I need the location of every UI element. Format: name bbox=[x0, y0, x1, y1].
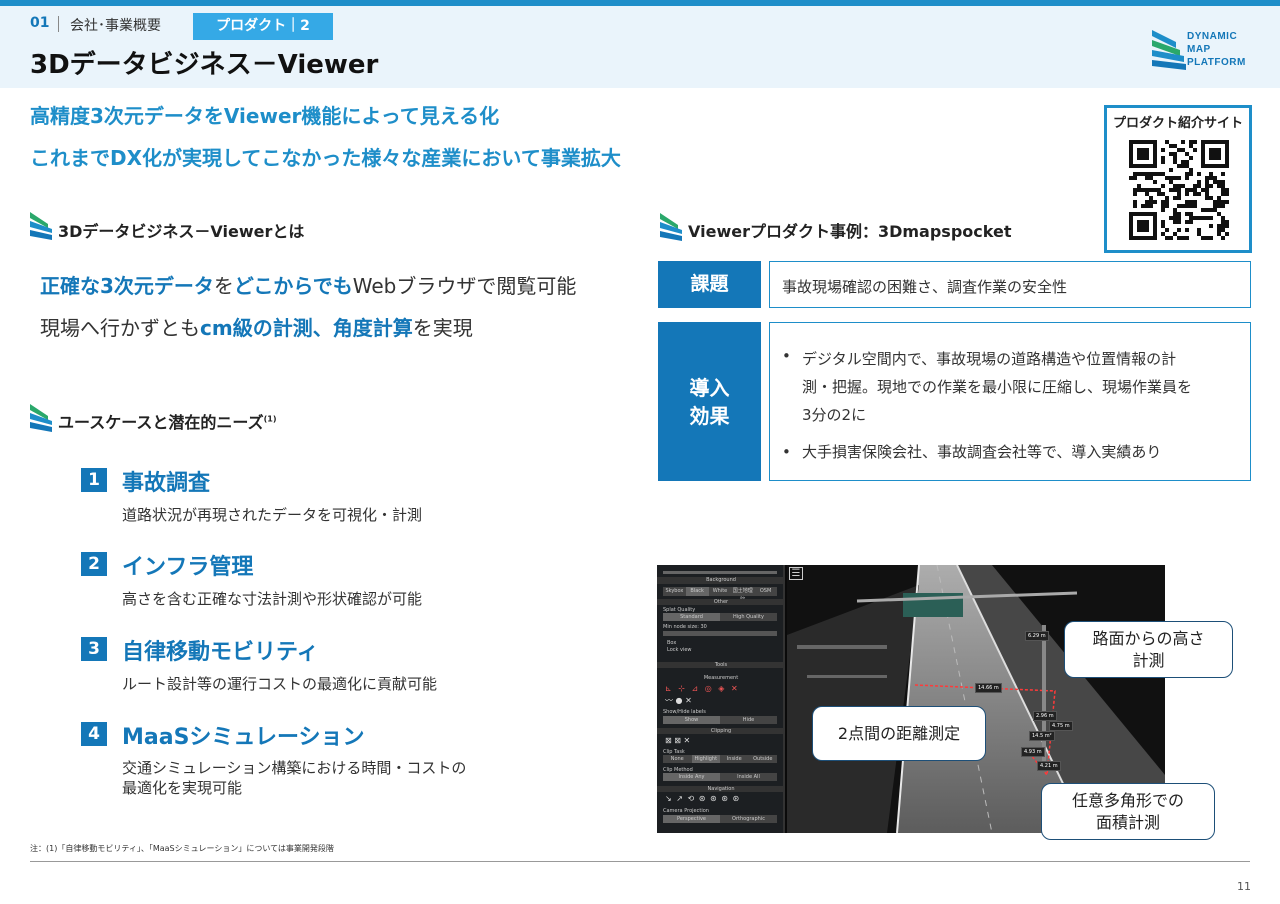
measurement-label: 6.29 m bbox=[1025, 631, 1049, 641]
panel-label: Show/Hide labels bbox=[663, 709, 706, 715]
menu-icon[interactable]: ☰ bbox=[789, 567, 803, 580]
panel-option[interactable]: Inside bbox=[720, 755, 749, 763]
navigation-tools[interactable]: ↘ ↗ ⟲ ⊛ ⊛ ⊛ ⊛ bbox=[665, 794, 740, 803]
box-checkbox[interactable]: Box bbox=[667, 640, 676, 646]
show-button[interactable]: Show bbox=[663, 716, 720, 724]
panel-section-title: Other bbox=[657, 599, 785, 605]
viewer-about-heading: 3Dデータビジネス－Viewerとは bbox=[58, 222, 305, 241]
label-toggle[interactable]: Show Hide bbox=[663, 716, 777, 724]
callout-area: 任意多角形での 面積計測 bbox=[1041, 783, 1215, 840]
qr-code[interactable] bbox=[1129, 138, 1229, 242]
panel-section-title: Background bbox=[657, 577, 785, 584]
effect-bullet-1: デジタル空間内で、事故現場の道路構造や位置情報の計 測・把握。現地での作業を最小限… bbox=[802, 350, 1193, 424]
issue-label: 課題 bbox=[658, 261, 761, 308]
section-number: 01 bbox=[30, 15, 50, 31]
page-title: 3Dデータビジネス－Viewer bbox=[30, 50, 379, 80]
bullet: • bbox=[782, 443, 791, 461]
usecase-number: 2 bbox=[81, 552, 107, 576]
usecase-desc: 最適化を実現可能 bbox=[122, 779, 243, 797]
case-study-heading: Viewerプロダクト事例：3Dmapspocket bbox=[688, 222, 1012, 241]
splat-options[interactable]: Standard High Quality bbox=[663, 613, 777, 621]
product-tag: プロダクト｜2 bbox=[193, 13, 333, 40]
footnote: 注：(1)「自律移動モビリティ」、「MaaSシミュレーション」については事業開発… bbox=[30, 844, 334, 853]
section-chevron-icon bbox=[660, 213, 682, 241]
panel-section-title: Clipping bbox=[657, 728, 785, 734]
viewer-side-panel[interactable]: Background SkyboxBlackWhite国土地理院OSM Othe… bbox=[657, 565, 785, 833]
usecase-title: MaaSシミュレーション bbox=[122, 725, 365, 750]
panel-option[interactable]: Skybox bbox=[663, 587, 686, 596]
bullet: • bbox=[782, 347, 791, 365]
measurement-label: 14.66 m bbox=[975, 683, 1002, 693]
panel-option[interactable]: White bbox=[709, 587, 732, 596]
panel-section-title: Measurement bbox=[703, 675, 739, 681]
usecase-number: 1 bbox=[81, 468, 107, 492]
callout-distance: 2点間の距離測定 bbox=[812, 706, 986, 761]
viewer-desc-line-1: 正確な3次元データをどこからでもWebブラウザで閲覧可能 bbox=[40, 274, 577, 298]
measurement-tools[interactable]: ⊾ ⊹ ⊿ ◎ ◈ ✕ bbox=[665, 684, 740, 693]
panel-label: Min node size: 30 bbox=[663, 624, 707, 630]
measurement-label: 4.93 m bbox=[1021, 747, 1045, 757]
measurement-label: 4.75 m bbox=[1049, 721, 1073, 731]
issue-text: 事故現場確認の困難さ、調査作業の安全性 bbox=[769, 261, 1251, 308]
page-number: 11 bbox=[1237, 880, 1251, 893]
panel-section-title: Tools bbox=[657, 662, 785, 668]
usecase-title: 事故調査 bbox=[122, 471, 211, 496]
inside-all-button[interactable]: Inside All bbox=[720, 773, 777, 781]
panel-option[interactable]: Highlight bbox=[691, 755, 720, 763]
orthographic-button[interactable]: Orthographic bbox=[720, 815, 777, 823]
hide-button[interactable]: Hide bbox=[720, 716, 777, 724]
usecase-number: 4 bbox=[81, 722, 107, 746]
clip-task-options[interactable]: None Highlight Inside Outside bbox=[663, 755, 777, 763]
effect-bullet-2: 大手損害保険会社、事故調査会社等で、導入実績あり bbox=[802, 443, 1162, 461]
panel-option[interactable]: Black bbox=[685, 587, 709, 596]
effect-box: • デジタル空間内で、事故現場の道路構造や位置情報の計 測・把握。現地での作業を最… bbox=[769, 322, 1251, 481]
panel-option[interactable]: 国土地理院 bbox=[731, 587, 754, 603]
lock-checkbox[interactable]: Lock view bbox=[667, 647, 692, 653]
splat-high[interactable]: High Quality bbox=[720, 613, 777, 621]
panel-label: Camera Projection bbox=[663, 808, 709, 814]
panel-option[interactable]: OSM bbox=[754, 587, 777, 596]
section-name: 会社･事業概要 bbox=[70, 18, 161, 34]
perspective-button[interactable]: Perspective bbox=[663, 815, 720, 823]
footer-divider bbox=[30, 861, 1250, 862]
section-chevron-icon bbox=[30, 212, 52, 240]
section-chevron-icon bbox=[30, 404, 52, 432]
usecase-desc: 交通シミュレーション構築における時間・コストの bbox=[122, 759, 467, 777]
panel-option[interactable]: None bbox=[663, 755, 692, 763]
marker-tools[interactable]: 〰 ● ✕ bbox=[665, 695, 692, 706]
min-node-slider[interactable] bbox=[663, 631, 777, 636]
panel-section-title: Navigation bbox=[657, 786, 785, 792]
usecase-desc: 道路状況が再現されたデータを可視化・計測 bbox=[122, 506, 423, 524]
viewer-desc-line-2: 現場へ行かずともcm級の計測、角度計算を実現 bbox=[40, 316, 473, 340]
usecase-desc: 高さを含む正確な寸法計測や形状確認が可能 bbox=[122, 590, 423, 608]
bg-options[interactable]: SkyboxBlackWhite国土地理院OSM bbox=[663, 587, 777, 603]
usecase-number: 3 bbox=[81, 637, 107, 661]
usecase-desc: ルート設計等の運行コストの最適化に貢献可能 bbox=[122, 675, 438, 693]
effect-label: 導入 効果 bbox=[658, 322, 761, 481]
clipping-tools[interactable]: ⊠ ⊠ ✕ bbox=[665, 736, 690, 745]
company-logo-text: DYNAMIC MAP PLATFORM bbox=[1187, 31, 1246, 68]
clip-method-options[interactable]: Inside Any Inside All bbox=[663, 773, 777, 781]
measurement-label: 4.21 m bbox=[1037, 761, 1061, 771]
header-divider bbox=[58, 16, 59, 32]
callout-height: 路面からの高さ 計測 bbox=[1064, 621, 1233, 678]
splat-standard[interactable]: Standard bbox=[663, 613, 720, 621]
camera-projection-options[interactable]: Perspective Orthographic bbox=[663, 815, 777, 823]
qr-box[interactable]: プロダクト紹介サイト bbox=[1104, 105, 1252, 253]
measurement-label: 14.5 m² bbox=[1029, 731, 1055, 741]
qr-label: プロダクト紹介サイト bbox=[1112, 116, 1243, 131]
measurement-label: 2.96 m bbox=[1033, 711, 1057, 721]
panel-option[interactable]: Outside bbox=[749, 755, 778, 763]
usecase-title: 自律移動モビリティ bbox=[122, 640, 319, 665]
inside-any-button[interactable]: Inside Any bbox=[663, 773, 720, 781]
lead-line-1: 高精度3次元データをViewer機能によって見える化 bbox=[30, 104, 500, 128]
lead-line-2: これまでDX化が実現してこなかった様々な産業において事業拡大 bbox=[30, 146, 621, 170]
usecase-heading: ユースケースと潜在的ニーズ(1) bbox=[58, 413, 277, 432]
usecase-title: インフラ管理 bbox=[122, 555, 254, 580]
